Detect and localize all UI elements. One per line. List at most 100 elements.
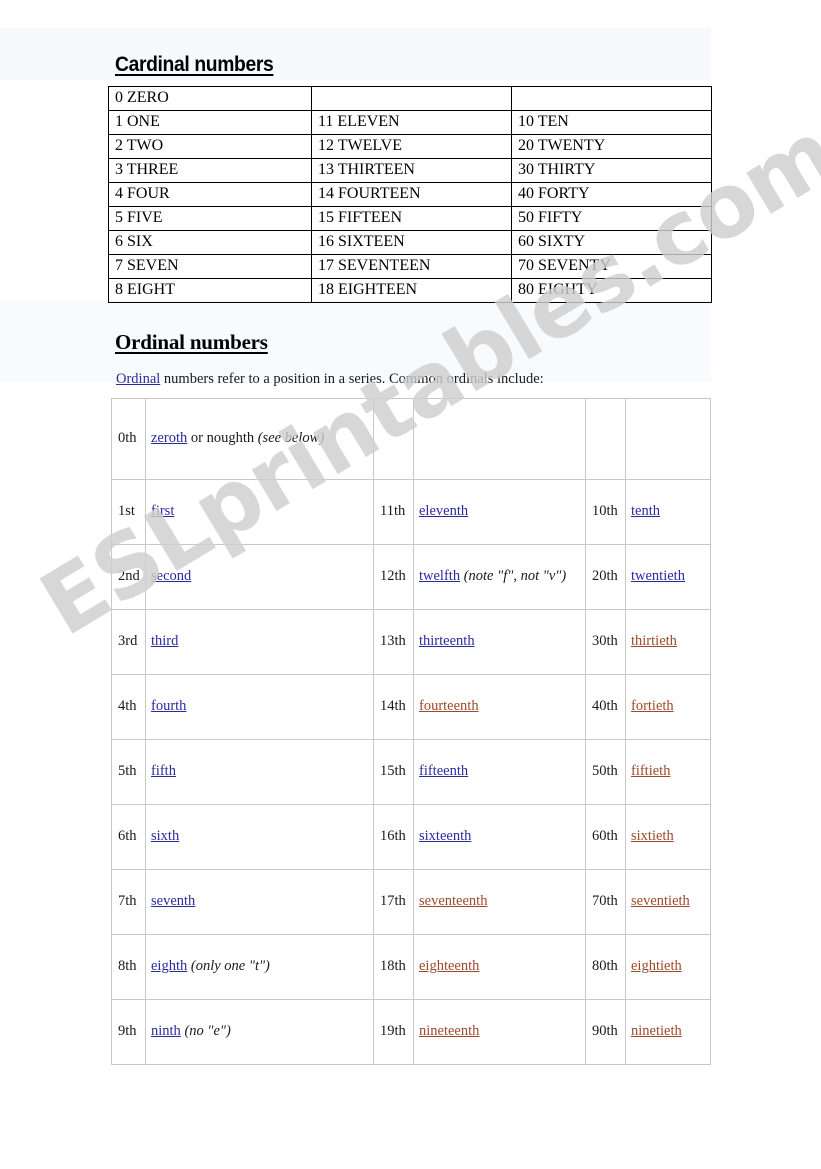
ordinal-word-cell: fourteenth [413, 674, 586, 740]
cardinal-cell: 5 FIVE [108, 206, 312, 231]
cardinal-cell: 7 SEVEN [108, 254, 312, 279]
ordinal-word-cell: twentieth [625, 544, 711, 610]
cardinal-cell: 16 SIXTEEN [311, 230, 512, 255]
ordinal-word-link[interactable]: first [151, 503, 174, 519]
ordinal-word-link[interactable]: fourth [151, 698, 186, 714]
ordinal-word-link[interactable]: ninth [151, 1023, 181, 1039]
ordinal-number-cell: 11th [373, 479, 414, 545]
ordinal-word-cell: zeroth or noughth (see below) [145, 398, 374, 480]
ordinal-table-row: 3rd third 13th thirteenth 30th thirtieth [111, 609, 711, 675]
ordinal-number-cell: 8th [111, 934, 146, 1000]
ordinal-word-link[interactable]: eleventh [419, 503, 468, 519]
ordinal-number-cell: 40th [585, 674, 626, 740]
ordinal-table-row: 6th sixth 16th sixteenth 60th sixtieth [111, 804, 711, 870]
ordinal-word-link[interactable]: sixtieth [631, 828, 674, 844]
ordinal-word-cell: fortieth [625, 674, 711, 740]
ordinal-word-link[interactable]: nineteenth [419, 1023, 479, 1039]
ordinal-word-note: (no "e") [184, 1023, 231, 1040]
ordinal-word-cell: nineteenth [413, 999, 586, 1065]
ordinal-word-cell: third [145, 609, 374, 675]
ordinal-word-link[interactable]: thirteenth [419, 633, 475, 649]
ordinal-word-cell: thirteenth [413, 609, 586, 675]
ordinal-word-cell: seventeenth [413, 869, 586, 935]
ordinal-number-cell: 50th [585, 739, 626, 805]
ordinal-word-note: (only one "t") [190, 958, 270, 975]
ordinal-word-cell: fiftieth [625, 739, 711, 805]
ordinal-word-cell: twelfth (note "f", not "v") [413, 544, 586, 610]
ordinal-table-row: 0th zeroth or noughth (see below) [111, 398, 711, 480]
ordinal-word-link[interactable]: sixteenth [419, 828, 471, 844]
ordinal-word-cell: tenth [625, 479, 711, 545]
ordinal-word-suffix: or noughth [187, 430, 258, 447]
ordinal-word-link[interactable]: fiftieth [631, 763, 670, 779]
ordinal-word-link[interactable]: seventh [151, 893, 195, 909]
cardinal-cell: 10 TEN [511, 110, 712, 135]
ordinal-word-link[interactable]: thirtieth [631, 633, 677, 649]
ordinal-numbers-heading: Ordinal numbers [115, 330, 268, 355]
ordinal-word-cell: first [145, 479, 374, 545]
cardinal-numbers-heading: Cardinal numbers [115, 53, 274, 77]
ordinal-number-cell: 70th [585, 869, 626, 935]
ordinal-word-note: (note "f", not "v") [460, 568, 567, 585]
ordinal-word-link[interactable]: second [151, 568, 191, 584]
ordinal-number-cell: 10th [585, 479, 626, 545]
ordinal-word-link[interactable]: eighth [151, 958, 187, 974]
ordinal-word-cell: eighteenth [413, 934, 586, 1000]
ordinal-intro-rest: numbers refer to a position in a series.… [160, 370, 544, 387]
cardinal-table-row: 6 SIX 16 SIXTEEN 60 SIXTY [108, 230, 712, 255]
ordinal-word-link[interactable]: fifteenth [419, 763, 468, 779]
ordinal-word-link[interactable]: eighteenth [419, 958, 479, 974]
cardinal-cell: 6 SIX [108, 230, 312, 255]
ordinal-table-row: 4th fourth 14th fourteenth 40th fortieth [111, 674, 711, 740]
ordinal-word-cell: second [145, 544, 374, 610]
ordinal-word-cell: fifteenth [413, 739, 586, 805]
ordinal-number-cell: 15th [373, 739, 414, 805]
ordinal-table-row: 7th seventh 17th seventeenth 70th seventieth [111, 869, 711, 935]
cardinal-cell: 3 THREE [108, 158, 312, 183]
ordinal-word-link[interactable]: twelfth [419, 568, 460, 584]
cardinal-cell: 17 SEVENTEEN [311, 254, 512, 279]
ordinal-table-row: 9th ninth (no "e") 19th nineteenth 90th ninet… [111, 999, 711, 1065]
ordinal-table-row: 2nd second 12th twelfth (note "f", not "v")… [111, 544, 711, 610]
ordinal-table-row: 1st first 11th eleventh 10th tenth [111, 479, 711, 545]
ordinal-word-link[interactable]: tenth [631, 503, 660, 519]
ordinal-word-cell: sixteenth [413, 804, 586, 870]
ordinal-number-cell: 1st [111, 479, 146, 545]
cardinal-cell: 1 ONE [108, 110, 312, 135]
ordinal-table-row: 8th eighth (only one "t") 18th eighteenth 80… [111, 934, 711, 1000]
ordinal-word-link[interactable]: eightieth [631, 958, 682, 974]
ordinal-number-cell: 60th [585, 804, 626, 870]
ordinal-number-cell: 17th [373, 869, 414, 935]
ordinal-word-link[interactable]: zeroth [151, 430, 187, 446]
ordinal-intro-text: Ordinal numbers refer to a position in a… [116, 371, 544, 388]
ordinal-word-link[interactable]: sixth [151, 828, 179, 844]
cardinal-cell: 0 ZERO [108, 86, 312, 111]
ordinal-word-cell: seventieth [625, 869, 711, 935]
ordinal-word-cell: ninth (no "e") [145, 999, 374, 1065]
ordinal-intro-link[interactable]: Ordinal [116, 371, 160, 387]
ordinal-word-link[interactable]: third [151, 633, 178, 649]
ordinal-number-cell: 6th [111, 804, 146, 870]
ordinal-number-cell: 14th [373, 674, 414, 740]
ordinal-word-link[interactable]: fourteenth [419, 698, 479, 714]
cardinal-table-row: 7 SEVEN 17 SEVENTEEN 70 SEVENTY [108, 254, 712, 279]
ordinal-word-link[interactable]: fifth [151, 763, 176, 779]
ordinal-word-link[interactable]: seventieth [631, 893, 690, 909]
cardinal-table-row: 4 FOUR 14 FOURTEEN 40 FORTY [108, 182, 712, 207]
ordinal-word-link[interactable]: ninetieth [631, 1023, 682, 1039]
ordinal-word-link[interactable]: twentieth [631, 568, 685, 584]
cardinal-cell: 30 THIRTY [511, 158, 712, 183]
cardinal-cell: 12 TWELVE [311, 134, 512, 159]
ordinal-number-cell: 18th [373, 934, 414, 1000]
ordinal-number-cell: 7th [111, 869, 146, 935]
ordinal-word-link[interactable]: fortieth [631, 698, 674, 714]
cardinal-table-row: 3 THREE 13 THIRTEEN 30 THIRTY [108, 158, 712, 183]
cardinal-cell: 40 FORTY [511, 182, 712, 207]
ordinal-numbers-table: 0th zeroth or noughth (see below) 1st first… [111, 398, 711, 1065]
ordinal-number-cell: 9th [111, 999, 146, 1065]
ordinal-number-cell: 13th [373, 609, 414, 675]
cardinal-cell [511, 86, 712, 111]
ordinal-word-cell [625, 398, 711, 480]
ordinal-word-cell: ninetieth [625, 999, 711, 1065]
ordinal-word-link[interactable]: seventeenth [419, 893, 487, 909]
